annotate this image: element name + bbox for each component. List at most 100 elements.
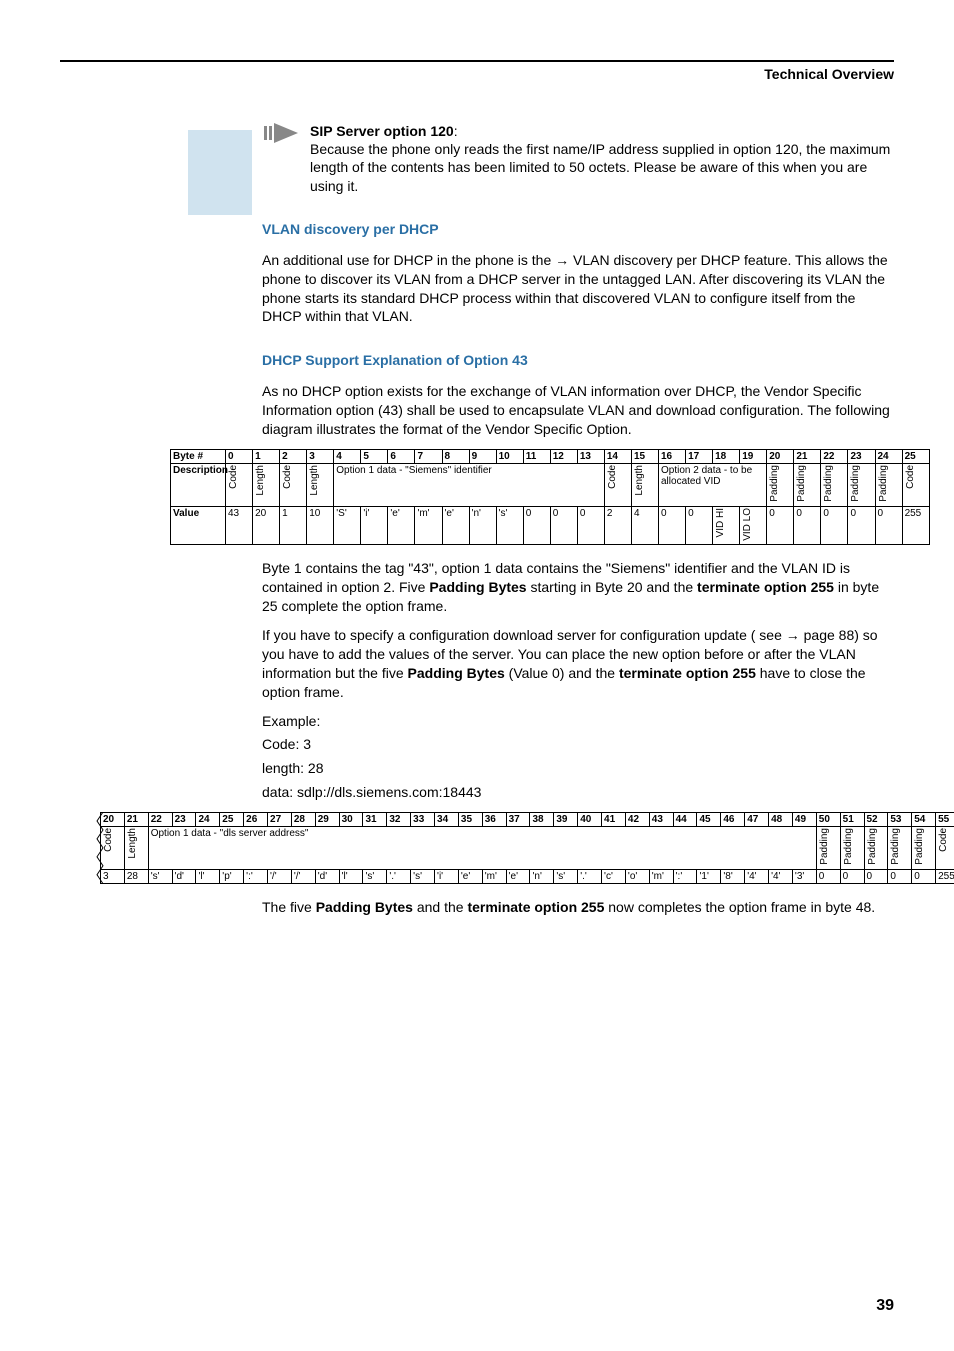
val-cell: 'c' [602, 869, 626, 883]
col-h: 22 [821, 449, 848, 463]
val-cell: 's' [411, 869, 435, 883]
col-h: 27 [268, 813, 292, 827]
desc-cell: Length [255, 465, 266, 496]
val-cell: 'l' [339, 869, 363, 883]
val-cell: 'e' [458, 869, 482, 883]
col-h: 21 [124, 813, 148, 827]
closing-para: The five Padding Bytes and the terminate… [262, 898, 894, 917]
val-cell: '4' [745, 869, 769, 883]
col-h: 51 [840, 813, 864, 827]
val-cell: 'n' [530, 869, 554, 883]
val-cell: 0 [888, 869, 912, 883]
col-h: 35 [458, 813, 482, 827]
col-h: 30 [339, 813, 363, 827]
col-h: 3 [307, 449, 334, 463]
desc-cell: Code [228, 465, 239, 489]
text: starting in Byte 20 and the [527, 579, 697, 595]
col-h: 50 [816, 813, 840, 827]
val-cell: 0 [523, 506, 550, 545]
table-desc-row: Code Length Option 1 data - "dls server … [101, 827, 954, 870]
col-h: 43 [649, 813, 673, 827]
desc-cell-opt2: Option 2 data - to be allocated VID [659, 463, 767, 506]
col-h: 37 [506, 813, 530, 827]
val-cell: 's' [496, 506, 523, 545]
val-cell: 1 [280, 506, 307, 545]
heading-dhcp43: DHCP Support Explanation of Option 43 [262, 352, 894, 368]
desc-cell: Length [634, 465, 645, 496]
col-h: 12 [550, 449, 577, 463]
para-dhcp43: As no DHCP option exists for the exchang… [262, 382, 894, 439]
val-cell: '/' [291, 869, 315, 883]
desc-cell: Padding [796, 465, 807, 502]
note-highlight-bar [188, 130, 252, 215]
val-cell: 0 [686, 506, 713, 545]
val-cell: 255 [936, 869, 954, 883]
val-cell: '1' [697, 869, 721, 883]
desc-cell: Code [103, 828, 114, 852]
val-cell: VID HI [713, 506, 740, 545]
val-cell: 255 [902, 506, 929, 545]
val-cell: ':' [673, 869, 697, 883]
val-cell: VID LO [740, 506, 767, 545]
col-h: 41 [602, 813, 626, 827]
val-cell: 'e' [442, 506, 469, 545]
val-cell: 0 [864, 869, 888, 883]
example-label: Example: [262, 712, 894, 732]
val-cell: 'i' [435, 869, 459, 883]
val-cell: 20 [253, 506, 280, 545]
para-mid2: If you have to specify a configuration d… [262, 626, 894, 702]
example-length: length: 28 [262, 759, 894, 779]
col-h: 39 [554, 813, 578, 827]
val-cell: 's' [363, 869, 387, 883]
col-h: 46 [721, 813, 745, 827]
desc-cell: Padding [867, 828, 878, 865]
val-cell: 'o' [625, 869, 649, 883]
bold-text: terminate option 255 [697, 579, 834, 595]
heading-vlan: VLAN discovery per DHCP [262, 221, 894, 237]
desc-cell: Padding [850, 465, 861, 502]
para-mid1: Byte 1 contains the tag "43", option 1 d… [262, 559, 894, 616]
desc-cell: Padding [843, 828, 854, 865]
note-text: SIP Server option 120: Because the phone… [304, 122, 894, 195]
val-cell: 43 [226, 506, 253, 545]
desc-cell-opt1: Option 1 data - "Siemens" identifier [334, 463, 605, 506]
val-cell: 0 [767, 506, 794, 545]
col-h: 32 [387, 813, 411, 827]
col-h: 10 [496, 449, 523, 463]
col-h: 15 [631, 449, 658, 463]
col-h: 34 [435, 813, 459, 827]
val-cell: '.' [578, 869, 602, 883]
note-colon: : [454, 123, 458, 139]
val-cell: 's' [148, 869, 172, 883]
val-cell: 28 [124, 869, 148, 883]
val-cell: 0 [840, 869, 864, 883]
val-cell: 'm' [482, 869, 506, 883]
value-label: Value [171, 506, 226, 545]
col-h: 7 [415, 449, 442, 463]
col-h: 5 [361, 449, 388, 463]
col-h: 18 [713, 449, 740, 463]
val-cell: '/' [268, 869, 292, 883]
col-h: 23 [172, 813, 196, 827]
text: (Value 0) and the [505, 665, 619, 681]
note-block: SIP Server option 120: Because the phone… [262, 122, 894, 195]
col-h: 11 [523, 449, 550, 463]
val-cell: 'n' [469, 506, 496, 545]
col-h: 49 [792, 813, 816, 827]
val-cell: 10 [307, 506, 334, 545]
example-data: data: sdlp://dls.siemens.com:18443 [262, 783, 894, 803]
val-cell: 2 [604, 506, 631, 545]
val-cell: 'd' [172, 869, 196, 883]
table-desc-row: Description Code Length Code Length Opti… [171, 463, 930, 506]
val-cell: 'p' [220, 869, 244, 883]
col-h: 17 [686, 449, 713, 463]
col-h: 31 [363, 813, 387, 827]
val-cell: ':' [244, 869, 268, 883]
bold-text: Padding Bytes [316, 899, 413, 915]
val-cell: '.' [387, 869, 411, 883]
col-h: 8 [442, 449, 469, 463]
text: The five [262, 899, 316, 915]
val-cell: 's' [554, 869, 578, 883]
col-h: 54 [912, 813, 936, 827]
col-h: 19 [740, 449, 767, 463]
